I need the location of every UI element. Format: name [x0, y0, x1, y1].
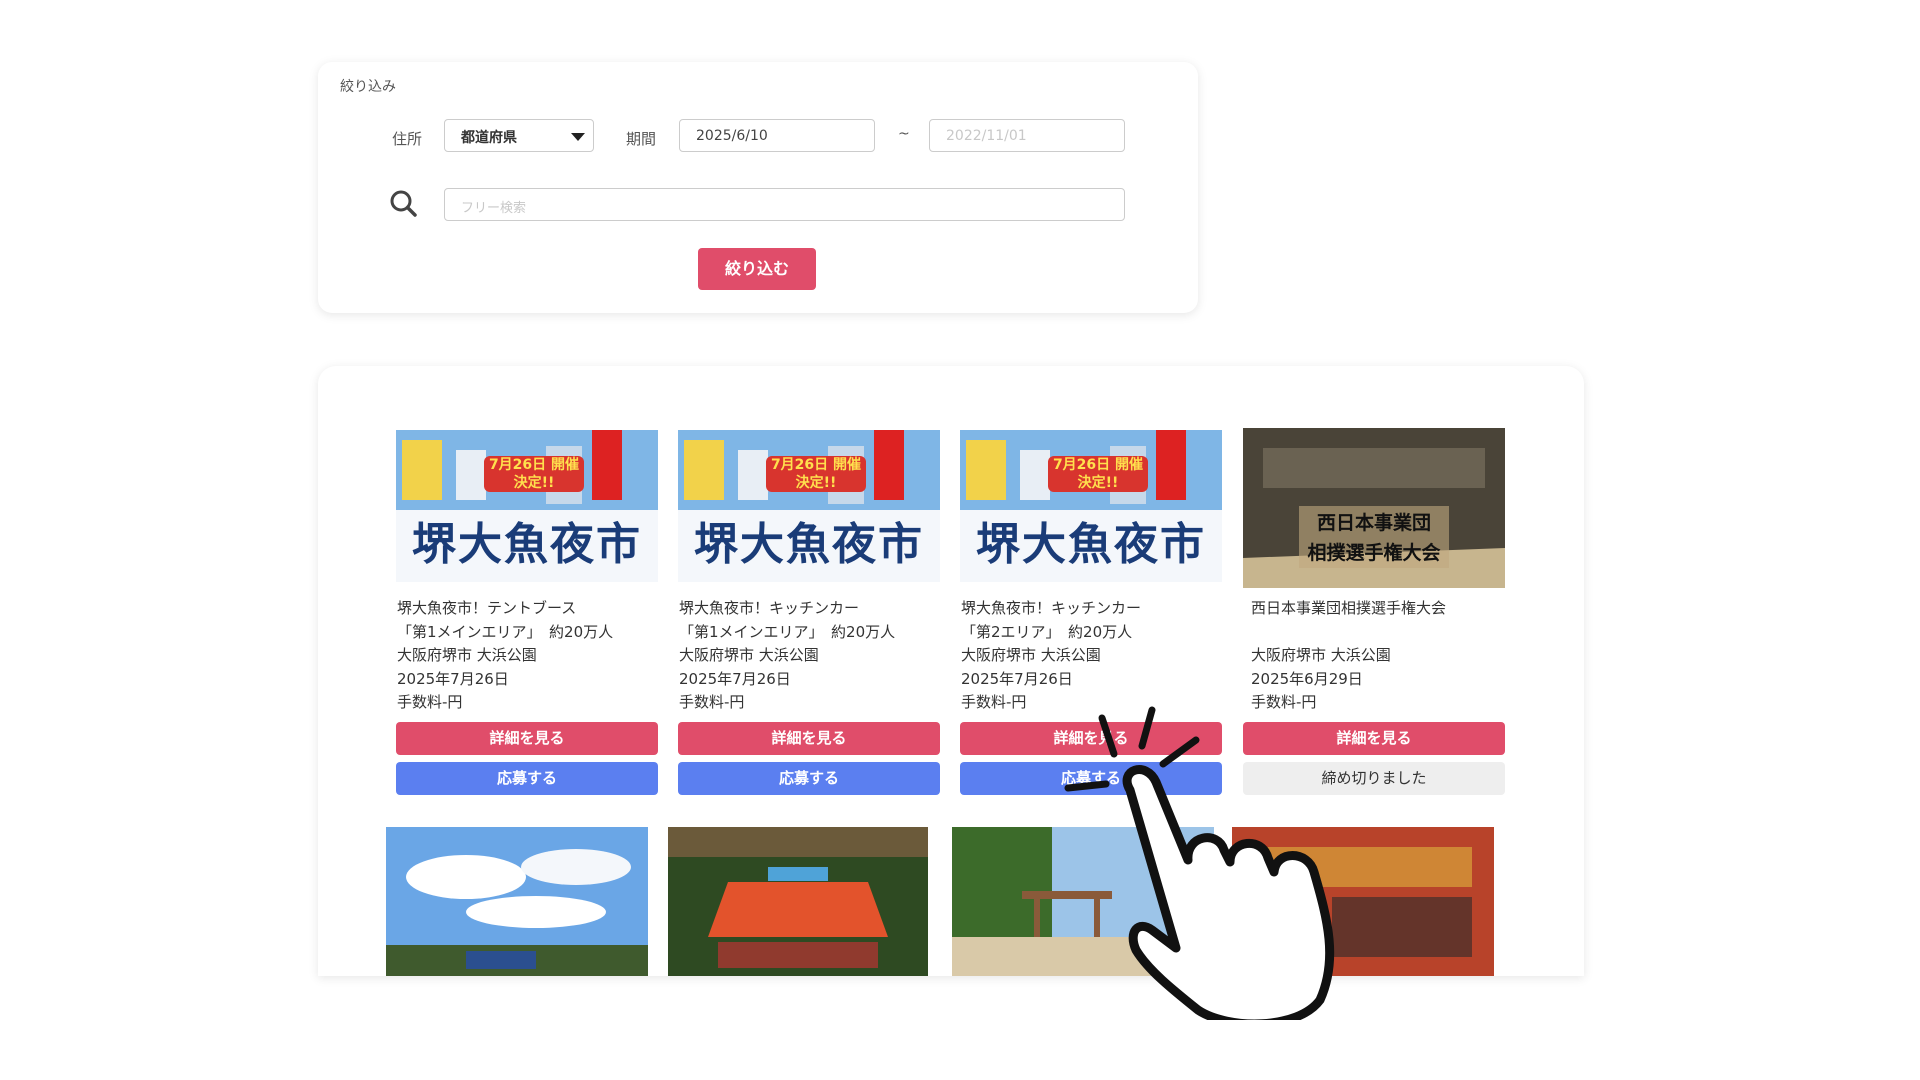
event-thumbnail[interactable]: 西日本事業団 相撲選手権大会 — [1243, 428, 1505, 588]
event-title: 西日本事業団相撲選手権大会 — [1251, 599, 1447, 617]
event-date: 2025年6月29日 — [1251, 669, 1363, 688]
ceremony-image — [668, 827, 928, 976]
event-area: 「第1メインエリア」 約20万人 — [397, 622, 614, 641]
search-icon — [390, 190, 417, 217]
event-thumbnail[interactable]: 7月26日 開催決定!! 堺大魚夜市 — [960, 430, 1222, 582]
date-to-input[interactable]: 2022/11/01 — [929, 119, 1125, 152]
event-poster-title: 堺大魚夜市 — [976, 519, 1206, 570]
event-thumbnail-ceremony[interactable] — [668, 827, 928, 976]
event-area — [1251, 621, 1446, 645]
event-date: 2025年7月26日 — [961, 669, 1073, 688]
apply-button[interactable]: 応募する — [678, 762, 940, 795]
event-area: 「第1メインエリア」 約20万人 — [679, 622, 896, 641]
event-poster-badge: 7月26日 開催決定!! — [484, 456, 584, 492]
date-from-input[interactable]: 2025/6/10 — [679, 119, 875, 152]
apply-button[interactable]: 応募する — [396, 762, 658, 795]
detail-button[interactable]: 詳細を見る — [396, 722, 658, 755]
event-poster-line1: 西日本事業団 — [1316, 512, 1431, 534]
event-location: 大阪府堺市 大浜公園 — [961, 646, 1101, 664]
filter-submit-button[interactable]: 絞り込む — [698, 248, 816, 290]
event-date: 2025年7月26日 — [679, 669, 791, 688]
event-info: 西日本事業団相撲選手権大会 大阪府堺市 大浜公園 2025年6月29日 手数料-… — [1251, 597, 1446, 715]
event-poster-title: 堺大魚夜市 — [412, 519, 642, 570]
event-info: 堺大魚夜市！キッチンカー 「第2エリア」 約20万人 大阪府堺市 大浜公園 20… — [961, 597, 1141, 715]
event-title: 堺大魚夜市！キッチンカー — [679, 599, 860, 617]
date-separator: ~ — [898, 126, 910, 142]
event-area: 「第2エリア」 約20万人 — [961, 622, 1133, 641]
event-location: 大阪府堺市 大浜公園 — [397, 646, 537, 664]
address-label: 住所 — [392, 130, 423, 148]
detail-button[interactable]: 詳細を見る — [678, 722, 940, 755]
event-info: 堺大魚夜市！キッチンカー 「第1メインエリア」 約20万人 大阪府堺市 大浜公園… — [679, 597, 895, 715]
event-thumbnail[interactable]: 7月26日 開催決定!! 堺大魚夜市 — [678, 430, 940, 582]
event-location: 大阪府堺市 大浜公園 — [1251, 646, 1391, 664]
event-location: 大阪府堺市 大浜公園 — [679, 646, 819, 664]
caret-down-icon — [571, 133, 585, 141]
event-poster-badge: 7月26日 開催決定!! — [1048, 456, 1148, 492]
event-title: 堺大魚夜市！テントブース — [397, 599, 577, 617]
event-poster-title: 堺大魚夜市 — [694, 519, 924, 570]
event-thumbnail-festival[interactable] — [386, 827, 648, 976]
event-title: 堺大魚夜市！キッチンカー — [961, 599, 1142, 617]
pointing-hand-icon — [1064, 706, 1335, 1020]
prefecture-value: 都道府県 — [461, 130, 517, 146]
event-poster-badge: 7月26日 開催決定!! — [766, 456, 866, 492]
free-search-input[interactable]: フリー検索 — [444, 188, 1125, 221]
filter-title: 絞り込み — [340, 79, 396, 95]
event-thumbnail[interactable]: 7月26日 開催決定!! 堺大魚夜市 — [396, 430, 658, 582]
event-poster-line2: 相撲選手権大会 — [1307, 542, 1441, 564]
filter-panel: 絞り込み 住所 都道府県 期間 2025/6/10 ~ 2022/11/01 フ… — [318, 62, 1198, 313]
event-fee: 手数料-円 — [397, 693, 463, 711]
event-fee: 手数料-円 — [679, 693, 745, 711]
prefecture-select[interactable]: 都道府県 — [444, 119, 594, 152]
event-date: 2025年7月26日 — [397, 669, 509, 688]
event-info: 堺大魚夜市！テントブース 「第1メインエリア」 約20万人 大阪府堺市 大浜公園… — [397, 597, 613, 715]
festival-image — [386, 827, 648, 976]
period-label: 期間 — [626, 130, 657, 148]
